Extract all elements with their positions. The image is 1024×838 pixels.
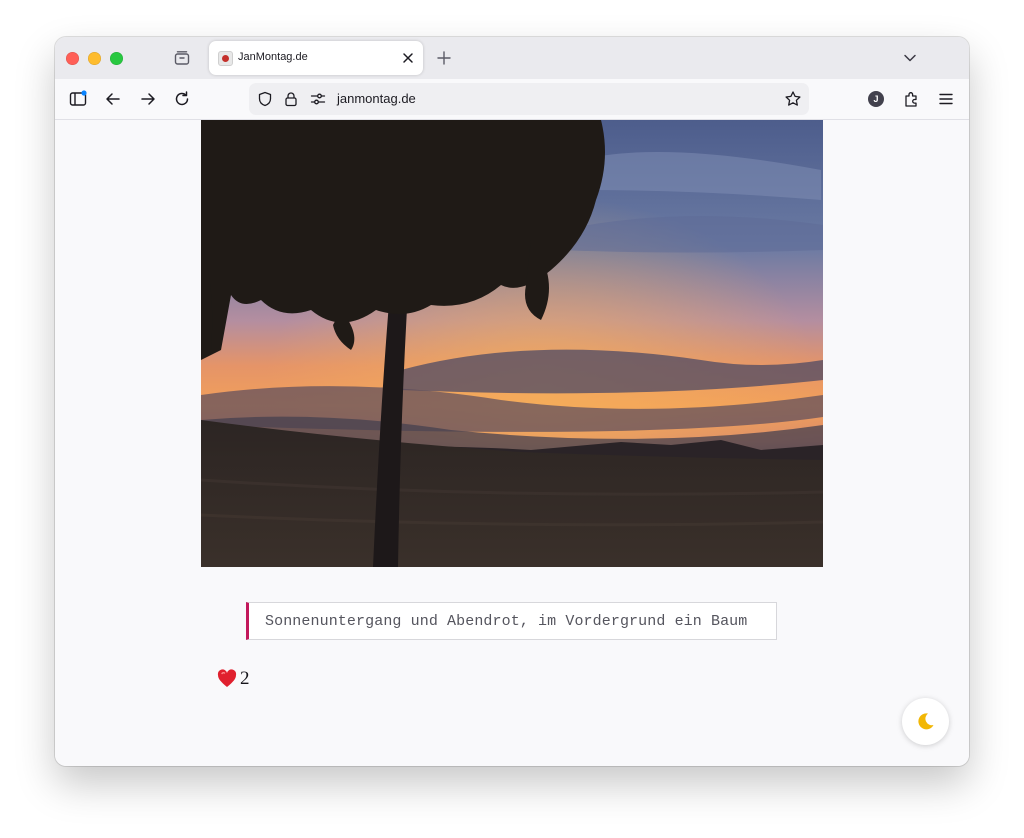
heart-icon[interactable]: [217, 669, 237, 688]
arrow-left-icon[interactable]: [104, 90, 122, 108]
arrow-right-icon[interactable]: [139, 90, 157, 108]
moon-icon: [918, 713, 934, 730]
address-bar[interactable]: janmontag.de: [249, 83, 809, 115]
tab-title: JanMontag.de: [238, 51, 308, 63]
photo-caption: Sonnenuntergang und Abendrot, im Vorderg…: [265, 613, 748, 630]
tab-manager-icon[interactable]: [173, 49, 191, 67]
zoom-window-button[interactable]: [110, 52, 123, 65]
active-tab[interactable]: JanMontag.de: [209, 41, 423, 75]
sidebar-icon[interactable]: [69, 90, 87, 108]
like-count: 2: [240, 668, 250, 689]
shield-icon[interactable]: [257, 91, 273, 107]
reload-icon[interactable]: [173, 90, 191, 108]
hamburger-icon[interactable]: [937, 90, 955, 108]
navigation-toolbar: janmontag.de J: [55, 79, 969, 120]
photo-caption-box: Sonnenuntergang und Abendrot, im Vorderg…: [246, 602, 777, 640]
site-favicon-icon: [218, 51, 233, 66]
permissions-icon[interactable]: [310, 91, 326, 107]
minimize-window-button[interactable]: [88, 52, 101, 65]
url-text[interactable]: janmontag.de: [337, 91, 416, 106]
sunset-photo: [201, 120, 823, 567]
dark-mode-toggle-button[interactable]: [902, 698, 949, 745]
close-window-button[interactable]: [66, 52, 79, 65]
star-icon[interactable]: [784, 90, 802, 108]
plus-icon[interactable]: [436, 50, 452, 66]
chevron-down-icon[interactable]: [902, 50, 918, 66]
page-content: Sonnenuntergang und Abendrot, im Vorderg…: [55, 120, 969, 766]
account-avatar-button[interactable]: J: [868, 91, 884, 107]
lock-icon[interactable]: [283, 91, 299, 107]
puzzle-icon[interactable]: [903, 90, 921, 108]
close-icon[interactable]: [401, 51, 415, 65]
tab-bar: JanMontag.de: [55, 37, 969, 79]
browser-window: JanMontag.de janmontag.de J Sonnenunterg…: [55, 37, 969, 766]
